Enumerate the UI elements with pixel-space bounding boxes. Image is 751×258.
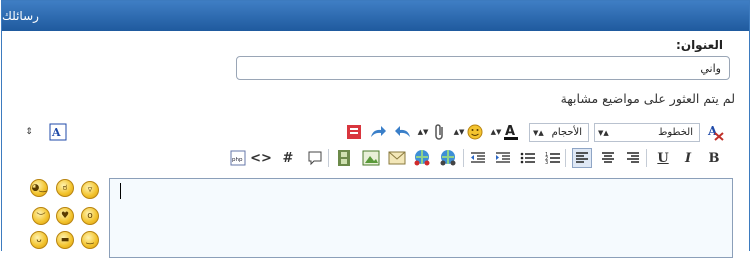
smiley-happy[interactable]: ‿ xyxy=(81,231,99,249)
chevron-down-icon: ▲▼ xyxy=(533,128,544,137)
svg-text:A: A xyxy=(51,126,61,139)
similar-threads-notice: لم يتم العثور على مواضيع مشابهة xyxy=(560,91,735,106)
font-select-label: الخطوط xyxy=(658,127,693,138)
svg-text:A: A xyxy=(505,124,515,139)
outdent-icon[interactable] xyxy=(468,148,488,168)
delete-icon[interactable] xyxy=(344,122,364,142)
toolbar-separator xyxy=(646,149,647,167)
smiley-grin[interactable]: ▿ xyxy=(81,181,99,199)
align-center-icon[interactable] xyxy=(598,148,618,168)
video-icon[interactable] xyxy=(334,148,354,168)
smiley-cool[interactable]: ▬ xyxy=(56,231,74,249)
panel-title: رسائلك xyxy=(2,9,39,23)
switch-mode-icon[interactable]: A xyxy=(48,122,68,142)
panel-header: رسائلك xyxy=(2,1,749,31)
undo-icon[interactable] xyxy=(393,122,413,142)
bold-icon[interactable]: B xyxy=(704,148,724,168)
image-icon[interactable] xyxy=(361,148,381,168)
smiley-devil[interactable]: ᴗ xyxy=(30,231,48,249)
toolbar-separator xyxy=(328,149,329,167)
smiley-shocked[interactable]: o xyxy=(81,207,99,225)
smiley-icon[interactable] xyxy=(465,122,485,142)
smiley-angry[interactable]: ︶ xyxy=(32,207,50,225)
toolbar-separator xyxy=(463,149,464,167)
php-icon[interactable]: php xyxy=(228,148,248,168)
redo-icon[interactable] xyxy=(368,122,388,142)
smiley-wink[interactable]: ◕‿ xyxy=(30,179,48,197)
chevron-down-icon: ▲▼ xyxy=(598,128,609,137)
unordered-list-icon[interactable] xyxy=(518,148,538,168)
link-icon[interactable] xyxy=(438,148,458,168)
resize-arrows-icon[interactable]: ⇕ xyxy=(22,122,36,142)
subject-label: العنوان: xyxy=(676,38,723,52)
remove-format-icon[interactable]: A xyxy=(706,122,726,142)
attach-dropdown-icon[interactable]: ▲▼ xyxy=(418,122,429,142)
underline-icon[interactable]: U xyxy=(653,148,673,168)
message-editor[interactable] xyxy=(109,178,733,258)
ordered-list-icon[interactable]: 123 xyxy=(543,148,563,168)
size-select[interactable]: الأحجام ▲▼ xyxy=(529,123,589,142)
size-select-label: الأحجام xyxy=(551,127,582,138)
html-icon[interactable]: <> xyxy=(250,148,272,168)
text-color-icon[interactable]: A xyxy=(503,122,523,142)
smiley-dropdown-icon[interactable]: ▲▼ xyxy=(454,122,465,142)
email-icon[interactable] xyxy=(387,148,407,168)
italic-icon[interactable]: I xyxy=(678,148,698,168)
indent-icon[interactable] xyxy=(493,148,513,168)
svg-text:3: 3 xyxy=(545,160,548,165)
svg-text:php: php xyxy=(232,157,243,163)
align-right-icon[interactable] xyxy=(623,148,643,168)
subject-input[interactable] xyxy=(236,56,730,80)
text-caret xyxy=(120,183,121,199)
quote-icon[interactable] xyxy=(305,148,325,168)
svg-text:A: A xyxy=(707,124,718,138)
messages-panel: رسائلك العنوان: لم يتم العثور على مواضيع… xyxy=(1,0,750,258)
smiley-sick[interactable]: ಠ xyxy=(56,179,74,197)
text-color-dropdown-icon[interactable]: ▲▼ xyxy=(491,122,502,142)
attach-icon[interactable] xyxy=(430,122,450,142)
code-hash-icon[interactable]: # xyxy=(278,148,298,168)
align-left-icon[interactable] xyxy=(572,148,592,168)
unlink-icon[interactable] xyxy=(412,148,432,168)
smiley-love[interactable]: ♥ xyxy=(56,207,74,225)
toolbar-separator xyxy=(565,149,566,167)
font-select[interactable]: الخطوط ▲▼ xyxy=(594,123,700,142)
